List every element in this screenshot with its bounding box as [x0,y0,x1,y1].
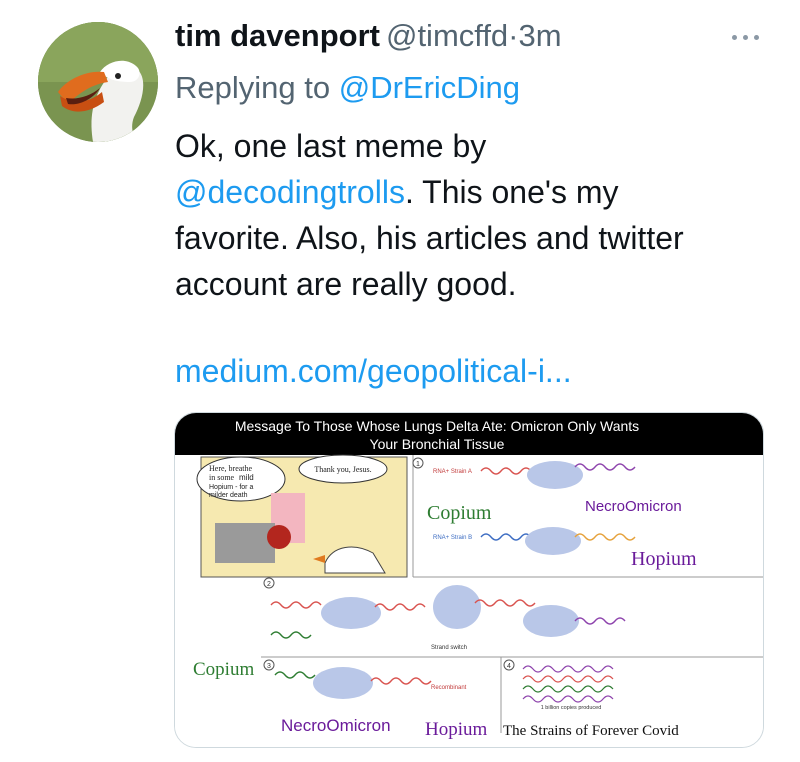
meme-title-line: Your Bronchial Tissue [370,436,505,452]
billion-copies-label: 1 billion copies produced [541,705,602,711]
copium-label: Copium [193,659,254,680]
display-name[interactable]: tim davenport [175,18,380,53]
ribosome-shape [313,667,373,699]
avatar[interactable] [38,22,158,142]
goose-avatar-icon [38,22,158,142]
ribosome-shape [433,585,481,629]
character-figure [267,525,291,549]
rna-label: RNA+ Strain A [433,469,472,475]
media-image[interactable]: Message To Those Whose Lungs Delta Ate: … [174,412,764,748]
rna-label: RNA+ Strain B [433,535,472,541]
replying-to-label: Replying to [175,70,331,105]
hopium-label: Hopium [425,719,488,740]
reply-mention-link[interactable]: @DrEricDing [339,70,520,105]
strand-switch-label: Strand switch [431,645,467,651]
panel-number: 1 [416,461,420,468]
tweet-text-line: Ok, one last meme by [175,128,487,164]
separator-dot: · [508,18,519,53]
replying-to: Replying to @DrEricDing [175,70,520,106]
more-dots-icon[interactable] [726,26,766,50]
ribosome-shape [525,527,581,555]
typewriter [215,523,275,563]
ribosome-shape [527,461,583,489]
tweet-text-line: @decodingtrolls. This one's my [175,169,775,215]
tweet-text-fragment: . This one's my [404,174,619,210]
tweet-text-line: account are really good. [175,266,517,302]
recombinant-label: Recombinant [431,685,467,691]
tweet-text-line: favorite. Also, his articles and twitter [175,220,684,256]
necroomicron-label: NecroOmicron [281,716,391,735]
necroomicron-label: NecroOmicron [585,498,682,515]
ribosome-shape [523,605,579,637]
bubble-text: Thank you, Jesus. [314,465,371,474]
bubble-text: Here, breathe [209,464,253,473]
ribosome-shape [321,597,381,629]
more-dot [743,35,748,40]
hopium-label: Hopium [631,548,697,570]
bubble-text: mild [239,473,254,482]
bubble-text: in some [209,473,235,482]
panel-number: 4 [507,663,511,670]
more-dot [754,35,759,40]
tweet[interactable]: tim davenport @timcffd·3m Replying to @Dr… [0,0,800,762]
copium-label: Copium [427,502,492,524]
author-handle[interactable]: @timcffd [386,18,508,53]
article-link[interactable]: medium.com/geopolitical-i... [175,353,572,390]
body-mention-link[interactable]: @decodingtrolls [175,174,405,210]
meme-title-line: Message To Those Whose Lungs Delta Ate: … [235,418,639,434]
bubble-text: milder death [209,492,248,499]
more-dot [732,35,737,40]
meme-caption: The Strains of Forever Covid [503,723,679,739]
panel-number: 2 [267,581,271,588]
timestamp[interactable]: 3m [519,18,562,53]
bubble-text: Hopium - for a [209,484,253,491]
tweet-header: tim davenport @timcffd·3m [175,18,562,58]
meme-image: Message To Those Whose Lungs Delta Ate: … [175,413,763,747]
tweet-text: Ok, one last meme by @decodingtrolls. Th… [175,123,775,307]
panel-number: 3 [267,663,271,670]
